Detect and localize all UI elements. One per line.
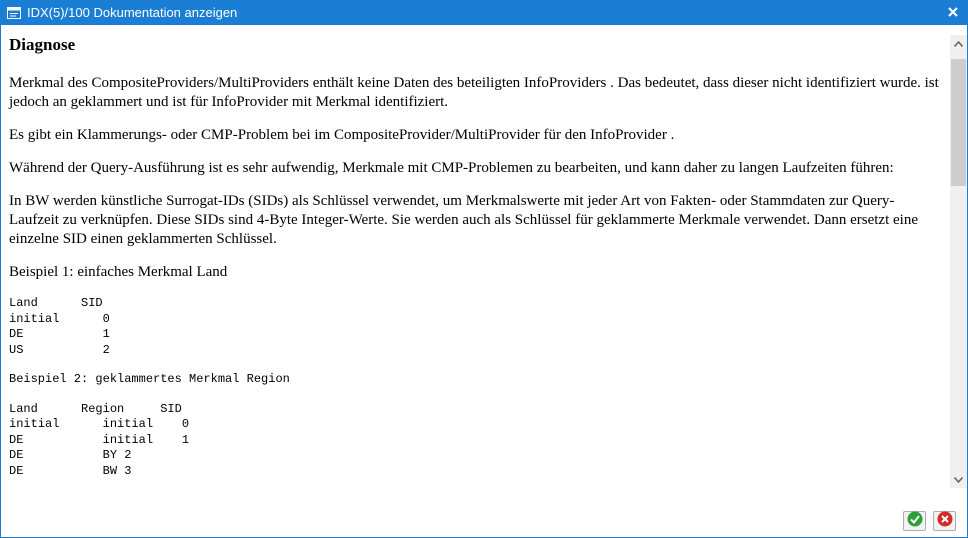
example2-table: Land Region SID initial initial 0 DE ini… bbox=[9, 401, 190, 478]
cancel-icon bbox=[937, 511, 953, 532]
documentation-content: Diagnose Merkmal des CompositeProviders/… bbox=[1, 25, 950, 503]
title-bar: IDX(5)/100 Dokumentation anzeigen bbox=[0, 0, 968, 25]
scroll-down-icon[interactable] bbox=[950, 471, 967, 488]
paragraph-runtime: Während der Query-Ausführung ist es sehr… bbox=[9, 160, 894, 176]
ok-button[interactable] bbox=[903, 511, 926, 531]
example2-title: Beispiel 2: geklammertes Merkmal Region bbox=[9, 372, 290, 386]
cancel-button[interactable] bbox=[933, 511, 956, 531]
scrollbar-thumb[interactable] bbox=[951, 59, 966, 186]
scroll-up-icon[interactable] bbox=[950, 35, 967, 52]
window-title: IDX(5)/100 Dokumentation anzeigen bbox=[27, 5, 238, 20]
example1-table: Land SID initial 0 DE 1 US 2 bbox=[9, 296, 110, 357]
close-icon[interactable] bbox=[946, 5, 960, 19]
paragraph-problem: Es gibt ein Klammerungs- oder CMP-Proble… bbox=[9, 127, 675, 143]
vertical-scrollbar[interactable] bbox=[950, 35, 967, 488]
section-heading: Diagnose bbox=[9, 35, 76, 54]
paragraph-sids: In BW werden künstliche Surrogat-IDs (SI… bbox=[9, 193, 918, 247]
check-icon bbox=[907, 511, 923, 532]
paragraph-diagnosis: Merkmal des CompositeProviders/MultiProv… bbox=[9, 75, 939, 110]
document-window-icon bbox=[7, 6, 21, 19]
example1-title: Beispiel 1: einfaches Merkmal Land bbox=[9, 264, 228, 280]
